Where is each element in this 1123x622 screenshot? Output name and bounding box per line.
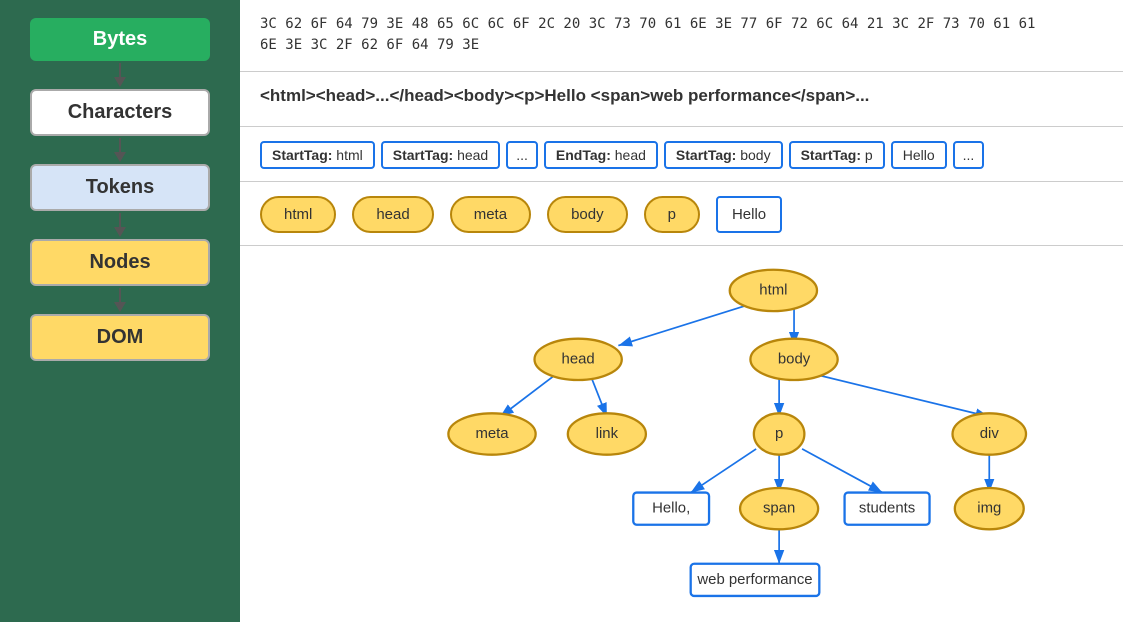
content-area: 3C 62 6F 64 79 3E 48 65 6C 6C 6F 2C 20 3…	[240, 0, 1123, 622]
token-text-hello: Hello	[891, 141, 947, 169]
edge-body-div	[810, 373, 989, 417]
nodes-label: Nodes	[89, 251, 150, 273]
dom-section: html head body meta link p div	[240, 246, 1123, 622]
node-p: p	[644, 196, 700, 233]
dom-label-students: students	[859, 500, 915, 517]
token-endtag-head: EndTag: head	[544, 141, 658, 169]
characters-text: <html><head>...</head><body><p>Hello <sp…	[260, 86, 1103, 106]
node-head: head	[352, 196, 433, 233]
token-starttag-p: StartTag: p	[789, 141, 885, 169]
tokens-row: StartTag: html StartTag: head ... EndTag…	[260, 141, 1103, 169]
bytes-to-chars-arrow	[114, 63, 126, 87]
node-hello: Hello	[716, 196, 782, 233]
pipeline: Bytes Characters Tokens Nodes DOM	[0, 0, 240, 622]
dom-label-p: p	[775, 425, 783, 442]
tokens-to-nodes-arrow	[114, 213, 126, 237]
dom-label-head: head	[562, 350, 595, 367]
node-meta: meta	[450, 196, 531, 233]
bytes-label: Bytes	[93, 28, 147, 50]
tokens-section: StartTag: html StartTag: head ... EndTag…	[240, 127, 1123, 182]
token-ellipsis-1: ...	[506, 141, 538, 169]
dom-label-meta: meta	[475, 425, 509, 442]
edge-head-meta	[500, 373, 557, 417]
edge-p-hello	[691, 449, 756, 493]
dom-box: DOM	[30, 314, 210, 361]
characters-section: <html><head>...</head><body><p>Hello <sp…	[240, 72, 1123, 127]
tokens-box: Tokens	[30, 164, 210, 211]
chars-to-tokens-arrow	[114, 138, 126, 162]
token-starttag-html: StartTag: html	[260, 141, 375, 169]
dom-label-hello-comma: Hello,	[652, 500, 690, 517]
node-body: body	[547, 196, 628, 233]
characters-label: Characters	[68, 101, 173, 123]
nodes-to-dom-arrow	[114, 288, 126, 312]
bytes-box: Bytes	[30, 18, 210, 61]
dom-label-div: div	[980, 425, 1000, 442]
main-container: Bytes Characters Tokens Nodes DOM	[0, 0, 1123, 622]
dom-label-html: html	[759, 281, 787, 298]
nodes-box: Nodes	[30, 239, 210, 286]
token-ellipsis-2: ...	[953, 141, 985, 169]
nodes-section: html head meta body p Hello	[240, 182, 1123, 246]
characters-box: Characters	[30, 89, 210, 136]
node-html: html	[260, 196, 336, 233]
dom-label-span: span	[763, 500, 795, 517]
token-starttag-body: StartTag: body	[664, 141, 783, 169]
tokens-label: Tokens	[86, 176, 155, 198]
bytes-hex: 3C 62 6F 64 79 3E 48 65 6C 6C 6F 2C 20 3…	[260, 14, 1103, 56]
edge-html-head	[618, 304, 750, 345]
dom-label-body: body	[778, 350, 811, 367]
dom-tree-svg: html head body meta link p div	[260, 256, 1103, 612]
token-starttag-head: StartTag: head	[381, 141, 500, 169]
nodes-row: html head meta body p Hello	[260, 196, 1103, 233]
edge-p-students	[802, 449, 882, 493]
dom-label-link: link	[596, 425, 619, 442]
dom-label-web-performance: web performance	[696, 571, 812, 588]
dom-label-img: img	[977, 500, 1001, 517]
bytes-section: 3C 62 6F 64 79 3E 48 65 6C 6C 6F 2C 20 3…	[240, 0, 1123, 72]
dom-label: DOM	[97, 326, 144, 348]
